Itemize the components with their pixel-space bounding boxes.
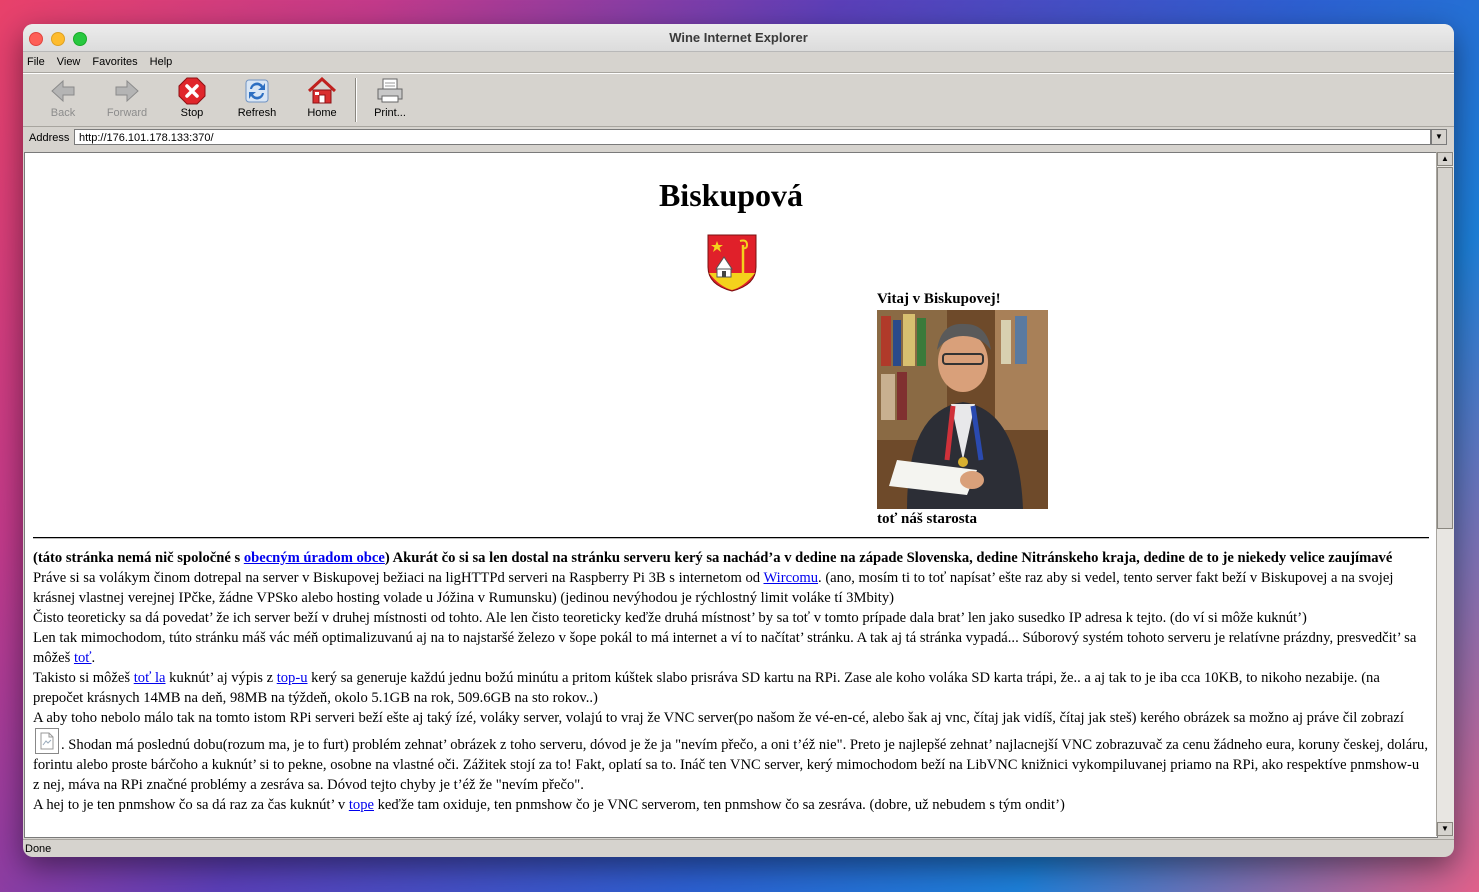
- back-arrow-icon: [51, 79, 75, 103]
- menu-favorites[interactable]: Favorites: [92, 56, 137, 68]
- scroll-down-button[interactable]: ▼: [1437, 822, 1453, 836]
- stop-icon: [178, 77, 206, 105]
- page-title: Biskupová: [658, 177, 804, 213]
- chevron-down-icon: ▼: [1441, 824, 1449, 833]
- mayor-photo: [877, 310, 1048, 509]
- text-span: (táto stránka nemá nič spoločné s: [33, 550, 244, 566]
- menu-help[interactable]: Help: [150, 56, 173, 68]
- vnc-paragraph: A aby toho nebolo málo tak na tomto isto…: [33, 708, 1429, 795]
- pnmshow-paragraph: A hej to je ten pnmshow čo sa dá raz za …: [33, 795, 1429, 815]
- title-bar: Wine Internet Explorer: [23, 24, 1454, 52]
- text-span: kuknút’ aj výpis z: [165, 670, 277, 686]
- forward-label: Forward: [106, 107, 148, 119]
- close-window-button[interactable]: [29, 32, 43, 46]
- chevron-up-icon: ▲: [1441, 154, 1449, 163]
- minimize-window-button[interactable]: [51, 32, 65, 46]
- toolbar: Back Forward Stop Refresh Home Print...: [23, 73, 1454, 127]
- address-dropdown-button[interactable]: ▼: [1431, 129, 1447, 145]
- broken-image-icon: [35, 728, 59, 754]
- text-span: . Shodan má poslednú dobu(rozum ma, je t…: [33, 737, 1428, 793]
- wircom-link[interactable]: Wircomu: [763, 570, 818, 586]
- status-bar: Done: [23, 839, 1454, 857]
- printer-icon: [377, 78, 403, 103]
- welcome-heading: Vitaj v Biskupovej!: [877, 291, 1001, 307]
- menu-file[interactable]: File: [27, 56, 45, 68]
- tope-link[interactable]: tope: [349, 797, 374, 813]
- filesystem-link[interactable]: toť: [74, 650, 92, 666]
- optimization-paragraph: Len tak mimochodom, túto stránku máš vác…: [33, 628, 1429, 668]
- stop-button[interactable]: Stop: [164, 77, 220, 119]
- text-span: Len tak mimochodom, túto stránku máš vác…: [33, 630, 1417, 666]
- text-span: .: [91, 650, 96, 666]
- print-label: Print...: [374, 107, 406, 119]
- browser-window: Wine Internet Explorer File View Favorit…: [23, 24, 1454, 857]
- menu-bar: File View Favorites Help: [23, 52, 1454, 73]
- vertical-scrollbar[interactable]: ▲ ▼: [1436, 152, 1454, 836]
- scrollbar-thumb[interactable]: [1437, 167, 1453, 529]
- address-label: Address: [29, 132, 70, 144]
- coat-of-arms-image: [707, 234, 757, 292]
- tot-la-link[interactable]: toť la: [134, 670, 166, 686]
- menu-view[interactable]: View: [57, 56, 81, 68]
- home-button[interactable]: Home: [294, 77, 350, 119]
- text-span: A aby toho nebolo málo tak na tomto isto…: [33, 710, 1404, 726]
- back-button[interactable]: Back: [35, 77, 91, 119]
- window-title: Wine Internet Explorer: [669, 30, 808, 45]
- refresh-icon: [245, 79, 269, 103]
- address-bar: Address http://176.101.178.133:370/ ▼: [23, 127, 1454, 149]
- toolbar-separator: [355, 78, 357, 122]
- intro-paragraph: (táto stránka nemá nič spoločné s obecný…: [33, 548, 1429, 568]
- maximize-window-button[interactable]: [73, 32, 87, 46]
- address-input[interactable]: http://176.101.178.133:370/: [74, 129, 1431, 145]
- home-label: Home: [307, 107, 337, 119]
- text-span: keďže tam oxiduje, ten pnmshow čo je VNC…: [373, 797, 1065, 813]
- horizontal-rule: [33, 537, 1429, 539]
- top-paragraph: Takisto si môžeš toť la kuknút’ aj výpis…: [33, 668, 1429, 708]
- top-u-link[interactable]: top-u: [277, 670, 308, 686]
- server-paragraph: Práve si sa volákym činom dotrepal na se…: [33, 568, 1429, 608]
- text-span: ) Akurát čo si sa len dostal na stránku …: [384, 550, 1393, 566]
- back-label: Back: [50, 107, 76, 119]
- window-controls: [29, 32, 87, 46]
- text-span: Takisto si môžeš: [33, 670, 134, 686]
- chevron-down-icon: ▼: [1435, 132, 1443, 141]
- scroll-up-button[interactable]: ▲: [1437, 152, 1453, 166]
- theory-paragraph: Čisto teoreticky sa dá povedat’ že ich s…: [33, 610, 1307, 626]
- municipal-office-link[interactable]: obecným úradom obce: [244, 550, 385, 566]
- photo-caption: toť náš starosta: [877, 511, 978, 527]
- forward-arrow-icon: [115, 79, 139, 103]
- text-span: A hej to je ten pnmshow čo sa dá raz za …: [33, 797, 349, 813]
- forward-button[interactable]: Forward: [99, 77, 155, 119]
- home-icon: [307, 77, 337, 104]
- text-span: Práve si sa volákym činom dotrepal na se…: [33, 570, 764, 586]
- page-body-text: (táto stránka nemá nič spoločné s obecný…: [33, 548, 1429, 815]
- page-content: Biskupová Vitaj v Biskupovej! toť náš st…: [24, 152, 1438, 838]
- refresh-button[interactable]: Refresh: [229, 77, 285, 119]
- stop-label: Stop: [180, 107, 204, 119]
- print-button[interactable]: Print...: [362, 77, 418, 119]
- refresh-label: Refresh: [237, 107, 277, 119]
